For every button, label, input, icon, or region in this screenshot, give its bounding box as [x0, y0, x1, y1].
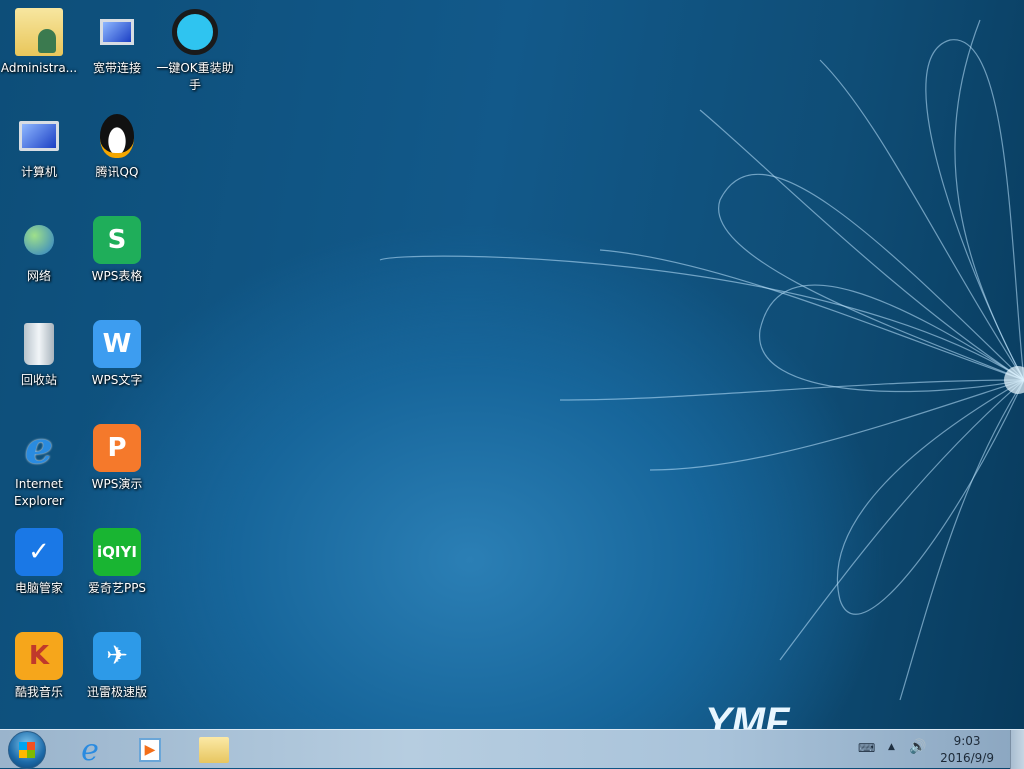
windows-logo-icon: [19, 742, 35, 758]
clock-icon: [171, 8, 219, 56]
icon-label: 迅雷极速版: [78, 684, 156, 701]
show-hidden-icons-button[interactable]: ▲: [888, 742, 895, 752]
volume-icon[interactable]: 🔊: [909, 739, 926, 755]
pc-manager-icon: ✓: [15, 528, 63, 576]
ie-icon: e: [81, 733, 99, 768]
network-globe-icon: [15, 216, 63, 264]
kuwo-music-icon: K: [15, 632, 63, 680]
desktop-icon-internet-explorer[interactable]: e Internet Explorer: [0, 424, 78, 510]
show-desktop-button[interactable]: [1010, 730, 1024, 769]
desktop-icon-ok-reinstall[interactable]: 一键OK重装助手: [156, 8, 234, 94]
computer-icon: [15, 112, 63, 160]
desktop-icon-wps-presentation[interactable]: P WPS演示: [78, 424, 156, 493]
desktop-icon-iqiyi[interactable]: iQIYI 爱奇艺PPS: [78, 528, 156, 597]
recycle-bin-icon: [15, 320, 63, 368]
taskbar: e ▶ ⌨ ▲ 🔊 9:032016/9/9: [0, 729, 1024, 768]
xunlei-icon: ✈: [93, 632, 141, 680]
explorer-icon: [199, 737, 229, 763]
taskbar-explorer[interactable]: [188, 732, 240, 768]
wps-spreadsheet-icon: S: [93, 216, 141, 264]
clock-time: 9:03: [940, 733, 994, 750]
media-player-icon: ▶: [139, 738, 161, 762]
qq-penguin-icon: [93, 112, 141, 160]
desktop-icon-network[interactable]: 网络: [0, 216, 78, 285]
icon-label: 电脑管家: [0, 580, 78, 597]
user-folder-icon: [15, 8, 63, 56]
desktop-icon-recycle-bin[interactable]: 回收站: [0, 320, 78, 389]
desktop-icon-broadband[interactable]: 宽带连接: [78, 8, 156, 77]
icon-label: Internet Explorer: [0, 476, 78, 510]
icon-label: WPS表格: [78, 268, 156, 285]
wallpaper-logo: YMF: [705, 700, 791, 729]
iqiyi-icon: iQIYI: [93, 528, 141, 576]
desktop-icon-administrator[interactable]: Administra...: [0, 8, 78, 77]
desktop-icon-wps-writer[interactable]: W WPS文字: [78, 320, 156, 389]
icon-label: 爱奇艺PPS: [78, 580, 156, 597]
desktop-icon-computer[interactable]: 计算机: [0, 112, 78, 181]
ie-icon: e: [15, 424, 63, 472]
taskbar-media-player[interactable]: ▶: [124, 732, 176, 768]
icon-label: 腾讯QQ: [78, 164, 156, 181]
keyboard-icon[interactable]: ⌨: [858, 741, 875, 755]
icon-label: Administra...: [0, 60, 78, 77]
icon-label: WPS演示: [78, 476, 156, 493]
desktop-icon-qq[interactable]: 腾讯QQ: [78, 112, 156, 181]
network-connection-icon: [93, 8, 141, 56]
icon-label: 酷我音乐: [0, 684, 78, 701]
desktop-icon-kuwo-music[interactable]: K 酷我音乐: [0, 632, 78, 701]
desktop-icon-wps-spreadsheet[interactable]: S WPS表格: [78, 216, 156, 285]
icon-label: 宽带连接: [78, 60, 156, 77]
taskbar-ie[interactable]: e: [64, 732, 116, 768]
icon-label: 网络: [0, 268, 78, 285]
icon-label: 一键OK重装助手: [156, 60, 234, 94]
clock-date: 2016/9/9: [940, 750, 994, 767]
desktop-icon-pc-manager[interactable]: ✓ 电脑管家: [0, 528, 78, 597]
icon-label: WPS文字: [78, 372, 156, 389]
desktop-icon-xunlei[interactable]: ✈ 迅雷极速版: [78, 632, 156, 701]
start-button[interactable]: [8, 731, 46, 769]
wps-writer-icon: W: [93, 320, 141, 368]
icon-label: 回收站: [0, 372, 78, 389]
wps-presentation-icon: P: [93, 424, 141, 472]
clock[interactable]: 9:032016/9/9: [940, 733, 994, 767]
icon-label: 计算机: [0, 164, 78, 181]
